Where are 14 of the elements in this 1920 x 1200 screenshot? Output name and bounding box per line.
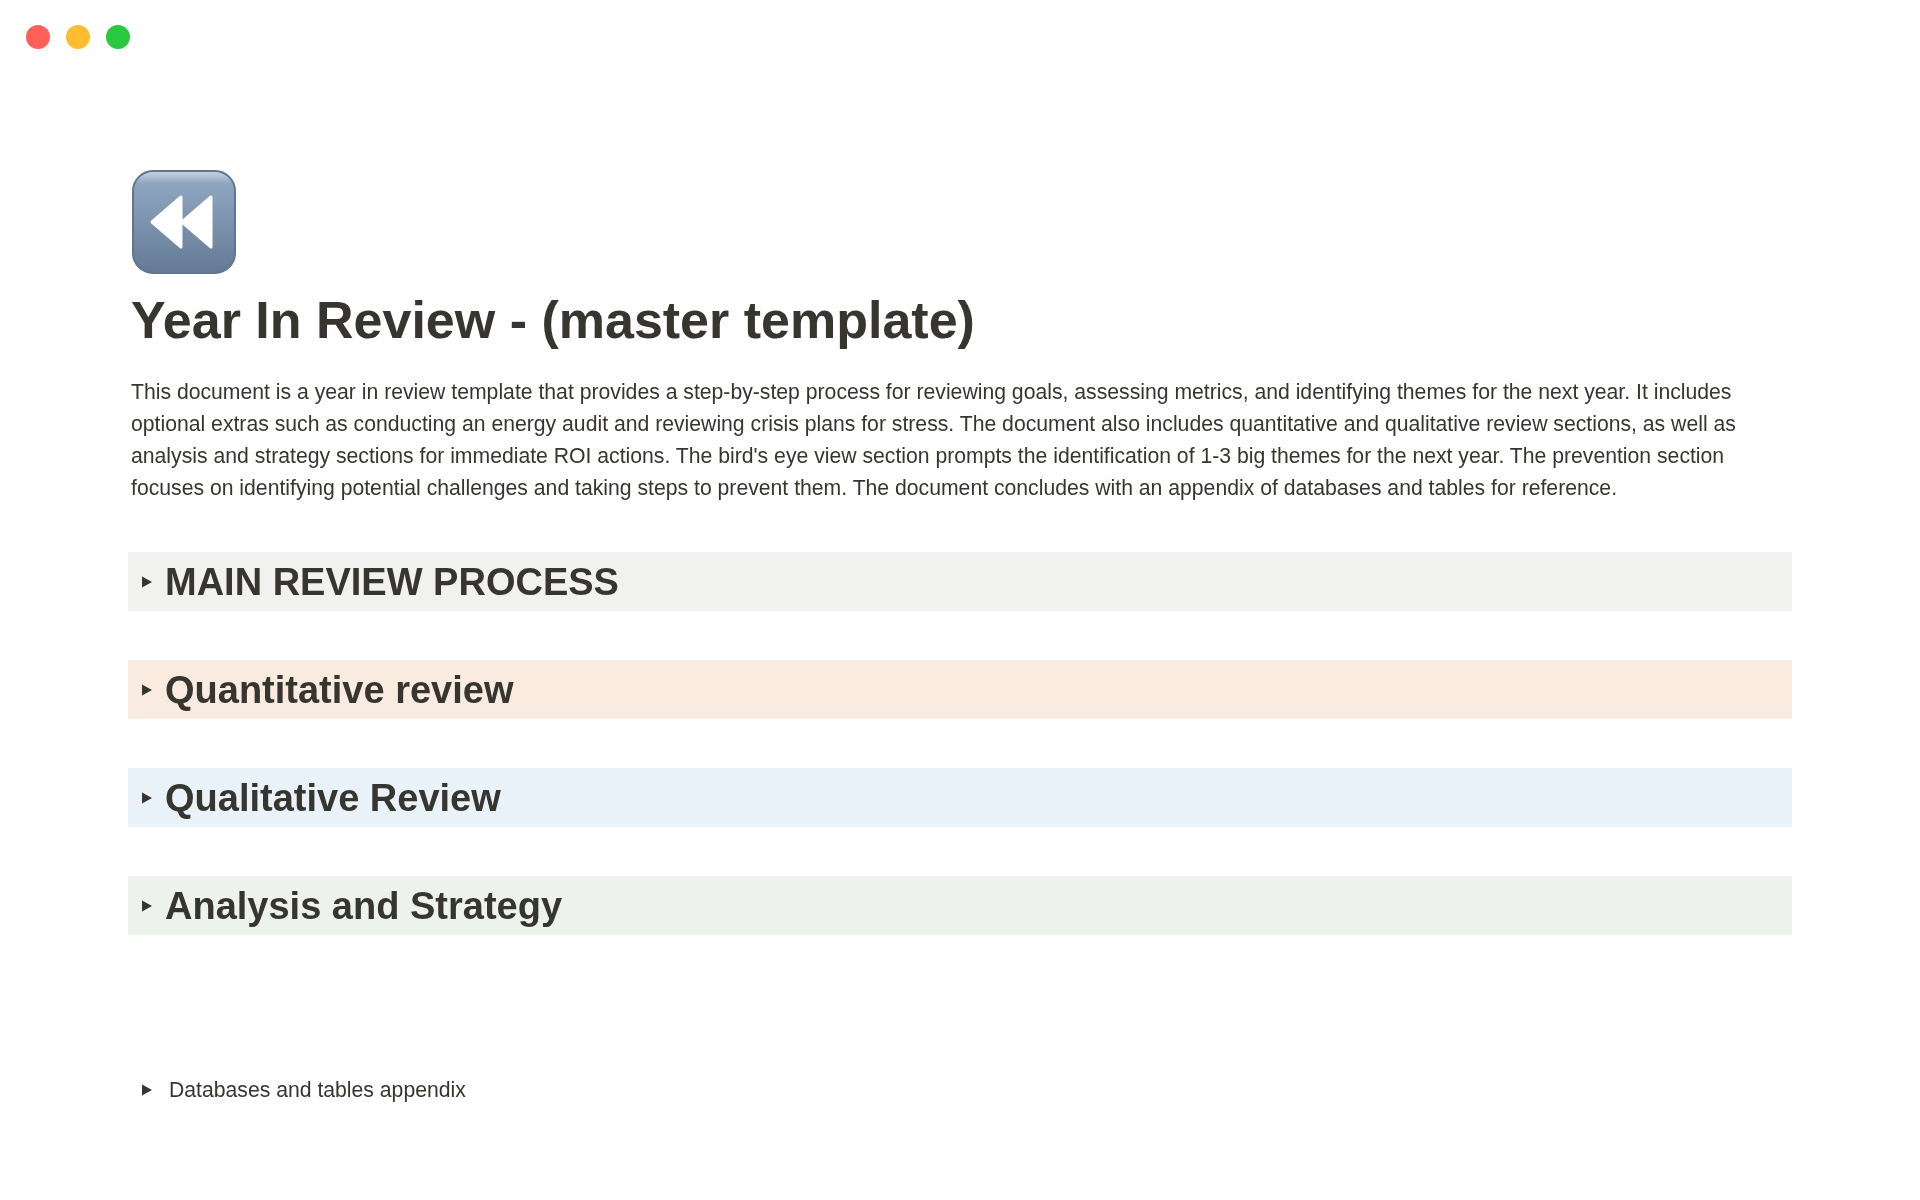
toggle-caret-icon[interactable] [141,575,153,588]
page-title: Year In Review - (master template) [131,290,975,351]
toggle-label: Databases and tables appendix [169,1077,466,1104]
toggle-heading: Quantitative review [165,667,514,713]
toggle-heading: Qualitative Review [165,775,501,821]
close-button[interactable] [26,25,50,49]
page-description: This document is a year in review template that provides a step-by-step process for reviewing goals, assessing metrics, and identifying themes for the next year. It includes optional extras such as conducting an energy audit and reviewing crisis plans for stress. The document also includes quantitative and qualitative review sections, as well as analysis and strategy sections for immediate ROI actions. The bird's eye view section prompts the identification of 1-3 big themes for the next year. The prevention section focuses on identifying potential challenges and taking steps to prevent them. The document concludes with an appendix of databases and tables for reference. [131,379,1737,502]
toggle-caret-icon[interactable] [141,1084,153,1096]
toggle-caret-icon[interactable] [141,899,153,912]
rewind-icon [132,170,236,274]
toggle-caret-icon[interactable] [141,791,153,804]
toggle-heading: MAIN REVIEW PROCESS [165,559,619,605]
toggle-caret-icon[interactable] [141,683,153,696]
toggle-heading: Analysis and Strategy [165,883,563,929]
